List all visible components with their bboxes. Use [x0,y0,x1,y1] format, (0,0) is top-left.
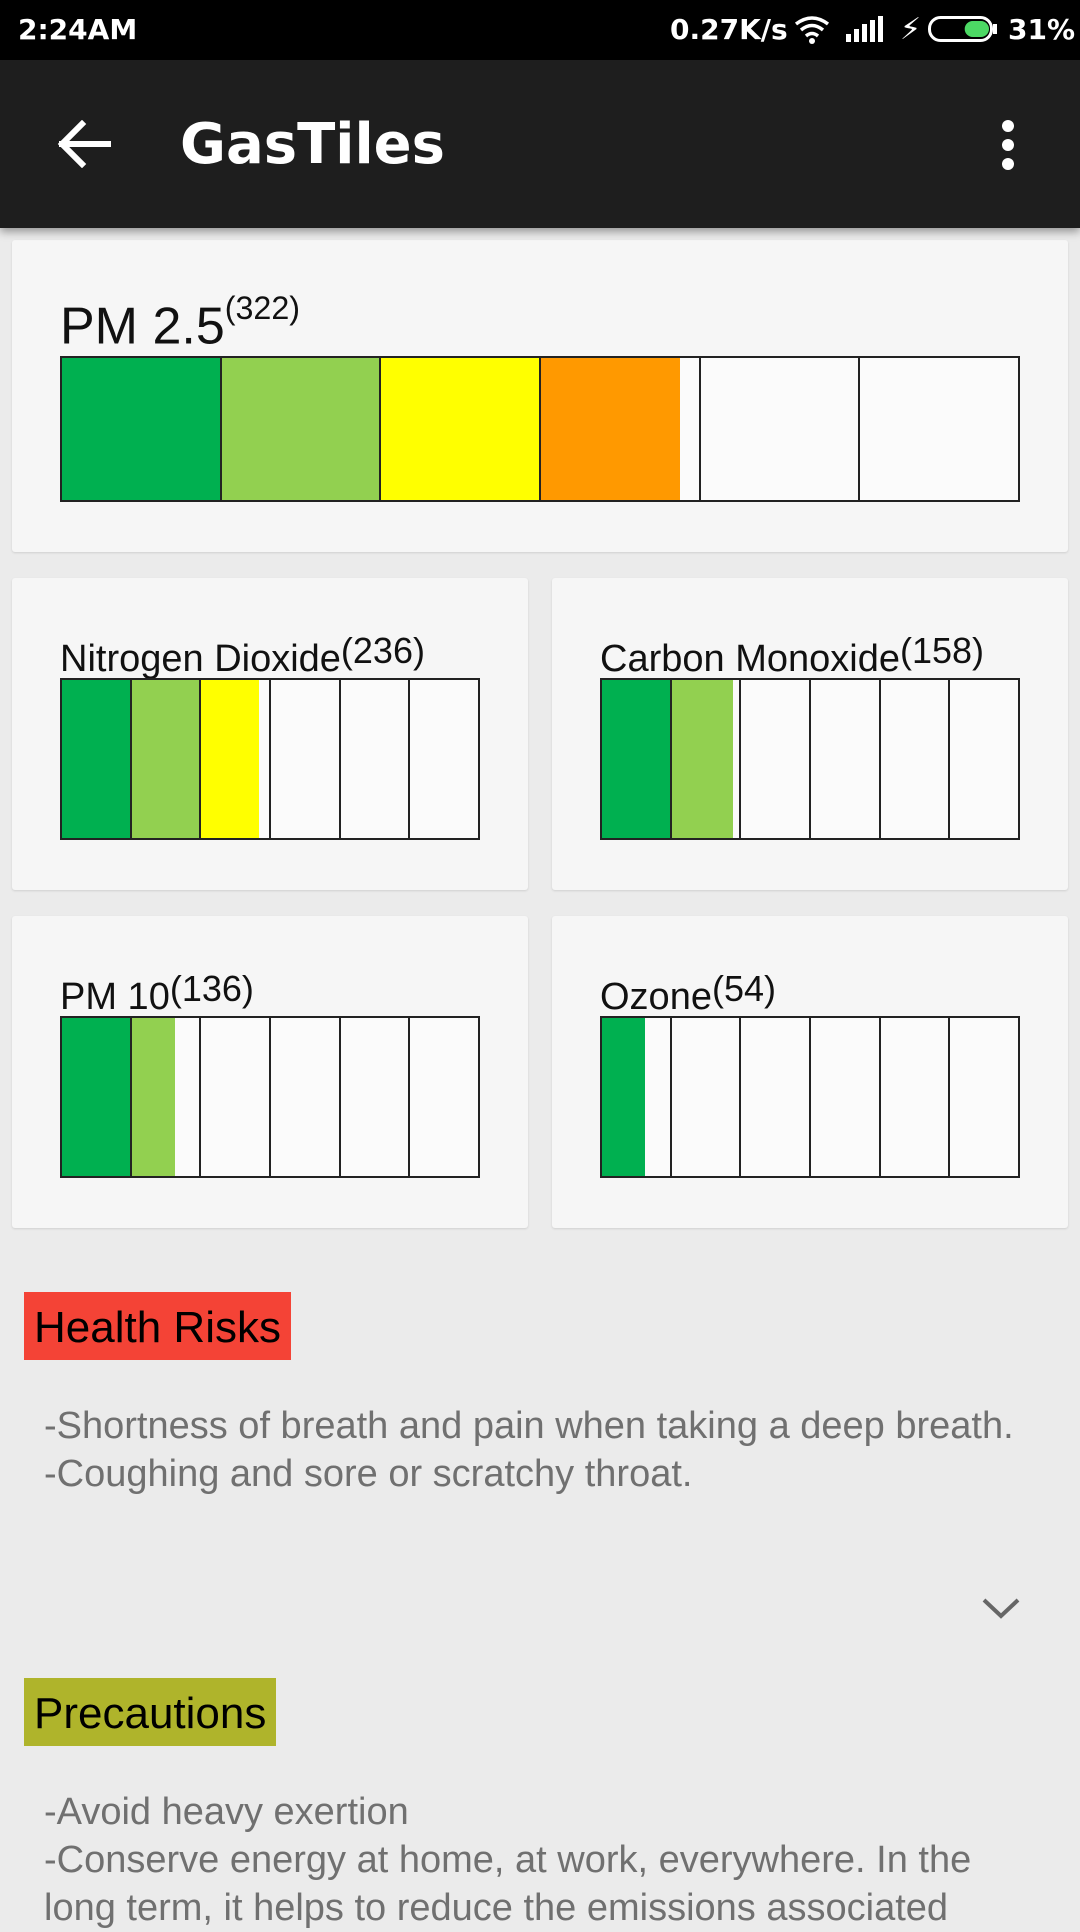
meter-segment [700,358,861,500]
meter-segment [131,680,202,838]
meter-segment [410,680,478,838]
gas-card-ozone[interactable]: Ozone(54) [552,916,1068,1228]
meter-segment [880,680,951,838]
meter-segment [602,680,672,838]
gas-card-carbon-monoxide[interactable]: Carbon Monoxide(158) [552,578,1068,890]
gas-aqi: (158) [899,630,985,671]
gas-title: Nitrogen Dioxide(236) [60,630,425,681]
meter-segment [131,1018,202,1176]
gas-name: PM 2.5 [60,297,225,356]
meter-segment [271,680,341,838]
meter-segment [221,358,382,500]
charging-icon: ⚡ [900,12,922,47]
meter-segment [381,358,542,500]
meter-segment [62,1018,132,1176]
meter-segment [410,1018,478,1176]
gas-aqi: (136) [169,968,254,1009]
gas-title: Carbon Monoxide(158) [600,630,984,681]
health-risks-title: Health Risks [24,1292,291,1360]
meter-fill [602,680,670,838]
meter-fill [671,680,733,838]
aqi-meter [600,1016,1020,1178]
meter-segment [340,1018,411,1176]
health-risk-line: -Shortness of breath and pain when takin… [44,1405,1014,1447]
gas-title: PM 10(136) [60,968,254,1019]
meter-segment [62,680,132,838]
network-speed: 0.27K/s [670,13,788,46]
battery-percent: 31% [1008,13,1076,46]
meter-segment [811,680,881,838]
app-bar: GasTiles [0,60,1080,228]
meter-fill [541,358,680,500]
status-bar: 2:24AM 0.27K/s ⚡ 31% [0,0,1080,60]
precaution-line: -Conserve energy at home, at work, every… [44,1839,972,1929]
meter-segment [201,680,272,838]
meter-fill [62,1018,130,1176]
health-risk-line: -Coughing and sore or scratchy throat. [44,1453,693,1495]
meter-segment [741,1018,812,1176]
gas-name: PM 10 [60,976,170,1018]
meter-fill [381,358,540,500]
meter-segment [271,1018,341,1176]
wifi-icon [794,16,830,44]
meter-segment [741,680,812,838]
meter-segment [950,680,1018,838]
precautions-text: -Avoid heavy exertion -Conserve energy a… [44,1788,1034,1932]
meter-fill [131,680,200,838]
gas-aqi: (54) [711,968,776,1009]
meter-segment [340,680,411,838]
meter-fill [62,358,220,500]
meter-segment [541,358,701,500]
precaution-line: -Avoid heavy exertion [44,1791,409,1833]
precautions-title: Precautions [24,1678,277,1746]
meter-fill [131,1018,175,1176]
meter-segment [201,1018,272,1176]
aqi-meter [60,356,1020,502]
status-time: 2:24AM [18,13,138,46]
meter-fill [221,358,380,500]
meter-segment [62,358,222,500]
meter-segment [602,1018,672,1176]
meter-fill [602,1018,646,1176]
gas-card-pm10[interactable]: PM 10(136) [12,916,528,1228]
gas-card-nitrogen-dioxide[interactable]: Nitrogen Dioxide(236) [12,578,528,890]
gas-name: Ozone [600,976,712,1018]
aqi-meter [60,678,480,840]
chevron-down-icon[interactable] [976,1590,1026,1626]
gas-name: Carbon Monoxide [600,638,900,680]
gas-aqi: (322) [224,289,300,326]
aqi-meter [60,1016,480,1178]
meter-segment [811,1018,881,1176]
signal-icon [846,16,883,42]
gas-title: PM 2.5(322) [60,290,300,356]
gas-card-pm25[interactable]: PM 2.5(322) [12,240,1068,552]
meter-fill [62,680,130,838]
health-risks-text: -Shortness of breath and pain when takin… [44,1402,1034,1498]
meter-segment [860,358,1018,500]
gas-title: Ozone(54) [600,968,776,1019]
more-vertical-icon[interactable] [988,120,1028,170]
aqi-meter [600,678,1020,840]
battery-icon [928,16,997,42]
meter-fill [201,680,259,838]
meter-segment [671,1018,742,1176]
meter-segment [880,1018,951,1176]
gas-name: Nitrogen Dioxide [60,638,341,680]
meter-segment [950,1018,1018,1176]
meter-segment [671,680,742,838]
arrow-left-icon[interactable] [56,120,112,168]
app-title: GasTiles [180,112,445,177]
gas-aqi: (236) [340,630,425,671]
